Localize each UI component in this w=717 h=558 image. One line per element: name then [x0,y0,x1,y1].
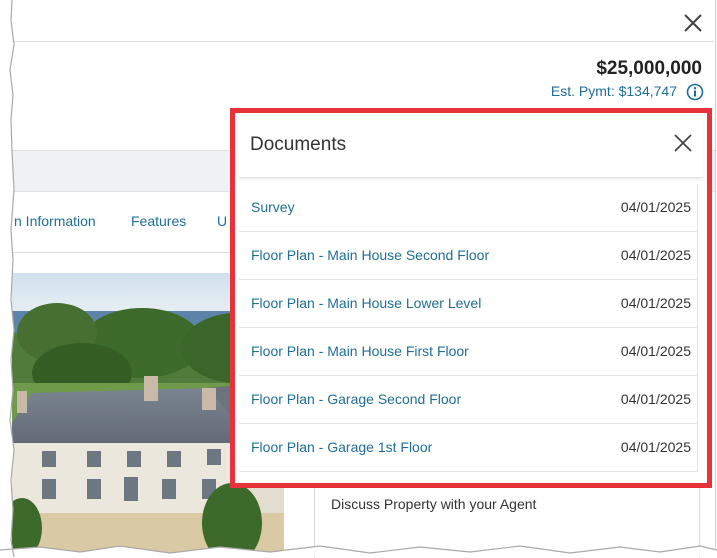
document-date: 04/01/2025 [620,391,691,407]
listing-price: $25,000,000 [596,58,702,79]
estimated-payment-link[interactable]: Est. Pymt: $134,747 [551,83,677,99]
document-link[interactable]: Survey [251,199,295,215]
header-divider [12,41,714,42]
documents-list: Survey 04/01/2025 Floor Plan - Main Hous… [239,184,698,472]
document-link[interactable]: Floor Plan - Main House First Floor [251,343,469,359]
document-link[interactable]: Floor Plan - Garage Second Floor [251,391,461,407]
list-item[interactable]: Floor Plan - Main House Second Floor 04/… [239,232,697,280]
documents-panel-header: Documents [239,117,703,178]
close-icon[interactable] [680,10,706,36]
document-date: 04/01/2025 [620,199,691,215]
document-date: 04/01/2025 [620,247,691,263]
document-date: 04/01/2025 [620,343,691,359]
document-link[interactable]: Floor Plan - Main House Second Floor [251,247,489,263]
list-item[interactable]: Floor Plan - Garage 1st Floor 04/01/2025 [239,424,697,472]
document-date: 04/01/2025 [620,295,691,311]
tab-information[interactable]: n Information [14,213,96,229]
list-item[interactable]: Floor Plan - Garage Second Floor 04/01/2… [239,376,697,424]
close-icon[interactable] [669,129,697,157]
info-icon[interactable] [686,83,704,101]
document-date: 04/01/2025 [620,439,691,455]
agent-contact-box[interactable]: Discuss Property with your Agent [314,480,700,558]
discuss-with-agent-link[interactable]: Discuss Property with your Agent [331,496,536,512]
document-link[interactable]: Floor Plan - Garage 1st Floor [251,439,432,455]
documents-title: Documents [250,134,347,155]
list-item[interactable]: Floor Plan - Main House First Floor 04/0… [239,328,697,376]
tab-utilities[interactable]: U [217,213,227,229]
list-item[interactable]: Floor Plan - Main House Lower Level 04/0… [239,280,697,328]
documents-panel-highlight: Documents Survey 04/01/2025 Floor Plan -… [230,108,712,488]
document-link[interactable]: Floor Plan - Main House Lower Level [251,295,481,311]
tab-features[interactable]: Features [131,213,186,229]
list-item[interactable]: Survey 04/01/2025 [239,184,697,232]
